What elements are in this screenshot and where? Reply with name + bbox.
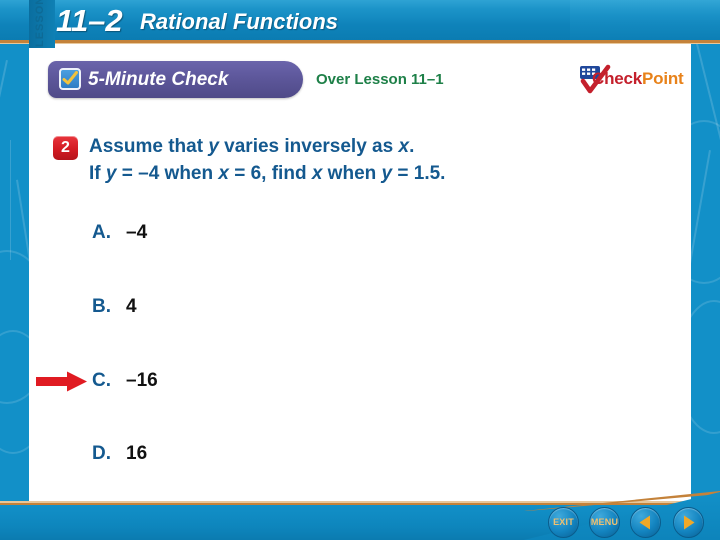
choice-c-letter: C. (92, 370, 111, 391)
left-decorative-strip (0, 0, 29, 540)
menu-button-label: MENU (590, 517, 619, 527)
over-lesson-label: Over Lesson 11–1 (316, 71, 444, 88)
question-line-1: Assume that y varies inversely as x. (89, 136, 415, 157)
lesson-number: 11–2 (56, 3, 123, 38)
choice-b-value: 4 (126, 296, 137, 317)
variable-y: y (105, 163, 117, 184)
choice-a-value: –4 (126, 222, 148, 243)
variable-x: x (218, 163, 229, 184)
variable-y: y (208, 136, 219, 157)
previous-slide-button[interactable] (630, 507, 661, 538)
right-decorative-strip (691, 0, 720, 540)
checkpoint-logo: CheckPoint (588, 62, 684, 96)
menu-button[interactable]: MENU (589, 507, 620, 538)
checkpoint-point-word: Point (642, 69, 684, 88)
choice-c-value: –16 (126, 370, 158, 391)
five-minute-check-label: 5-Minute Check (88, 69, 229, 90)
question-number-badge: 2 (53, 136, 78, 160)
answer-choice-c[interactable]: C. –16 (92, 368, 522, 394)
triangle-right-icon (684, 515, 695, 530)
answer-choice-d[interactable]: D. 16 (92, 441, 522, 467)
choice-b-letter: B. (92, 296, 111, 317)
lesson-vertical-label: LESSON (34, 0, 46, 47)
slide-canvas: LESSON 11–2 Rational Functions 5-Minute … (0, 0, 720, 540)
lesson-title: Rational Functions (140, 9, 338, 34)
exit-button-label: EXIT (553, 517, 574, 527)
checkbox-check-icon (59, 68, 81, 90)
header-sweep-decoration (570, 0, 720, 40)
question-text: Assume that y varies inversely as x. If … (89, 133, 559, 187)
checkpoint-check-word: Check (592, 69, 643, 88)
choice-a-letter: A. (92, 222, 111, 243)
triangle-left-icon (639, 515, 650, 530)
variable-x: x (311, 163, 323, 184)
answer-choice-a[interactable]: A. –4 (92, 220, 522, 246)
choice-d-value: 16 (126, 443, 148, 464)
choice-d-letter: D. (92, 443, 111, 464)
answer-choice-b[interactable]: B. 4 (92, 294, 522, 320)
variable-y: y (381, 163, 393, 184)
header-gold-highlight (0, 43, 720, 44)
question-line-2: If y = –4 when x = 6, find x when y = 1.… (89, 163, 446, 184)
next-slide-button[interactable] (673, 507, 704, 538)
checkpoint-wordmark: CheckPoint (592, 69, 684, 89)
variable-x: x (398, 136, 410, 157)
red-arrow-right-icon (36, 371, 88, 392)
exit-button[interactable]: EXIT (548, 507, 579, 538)
